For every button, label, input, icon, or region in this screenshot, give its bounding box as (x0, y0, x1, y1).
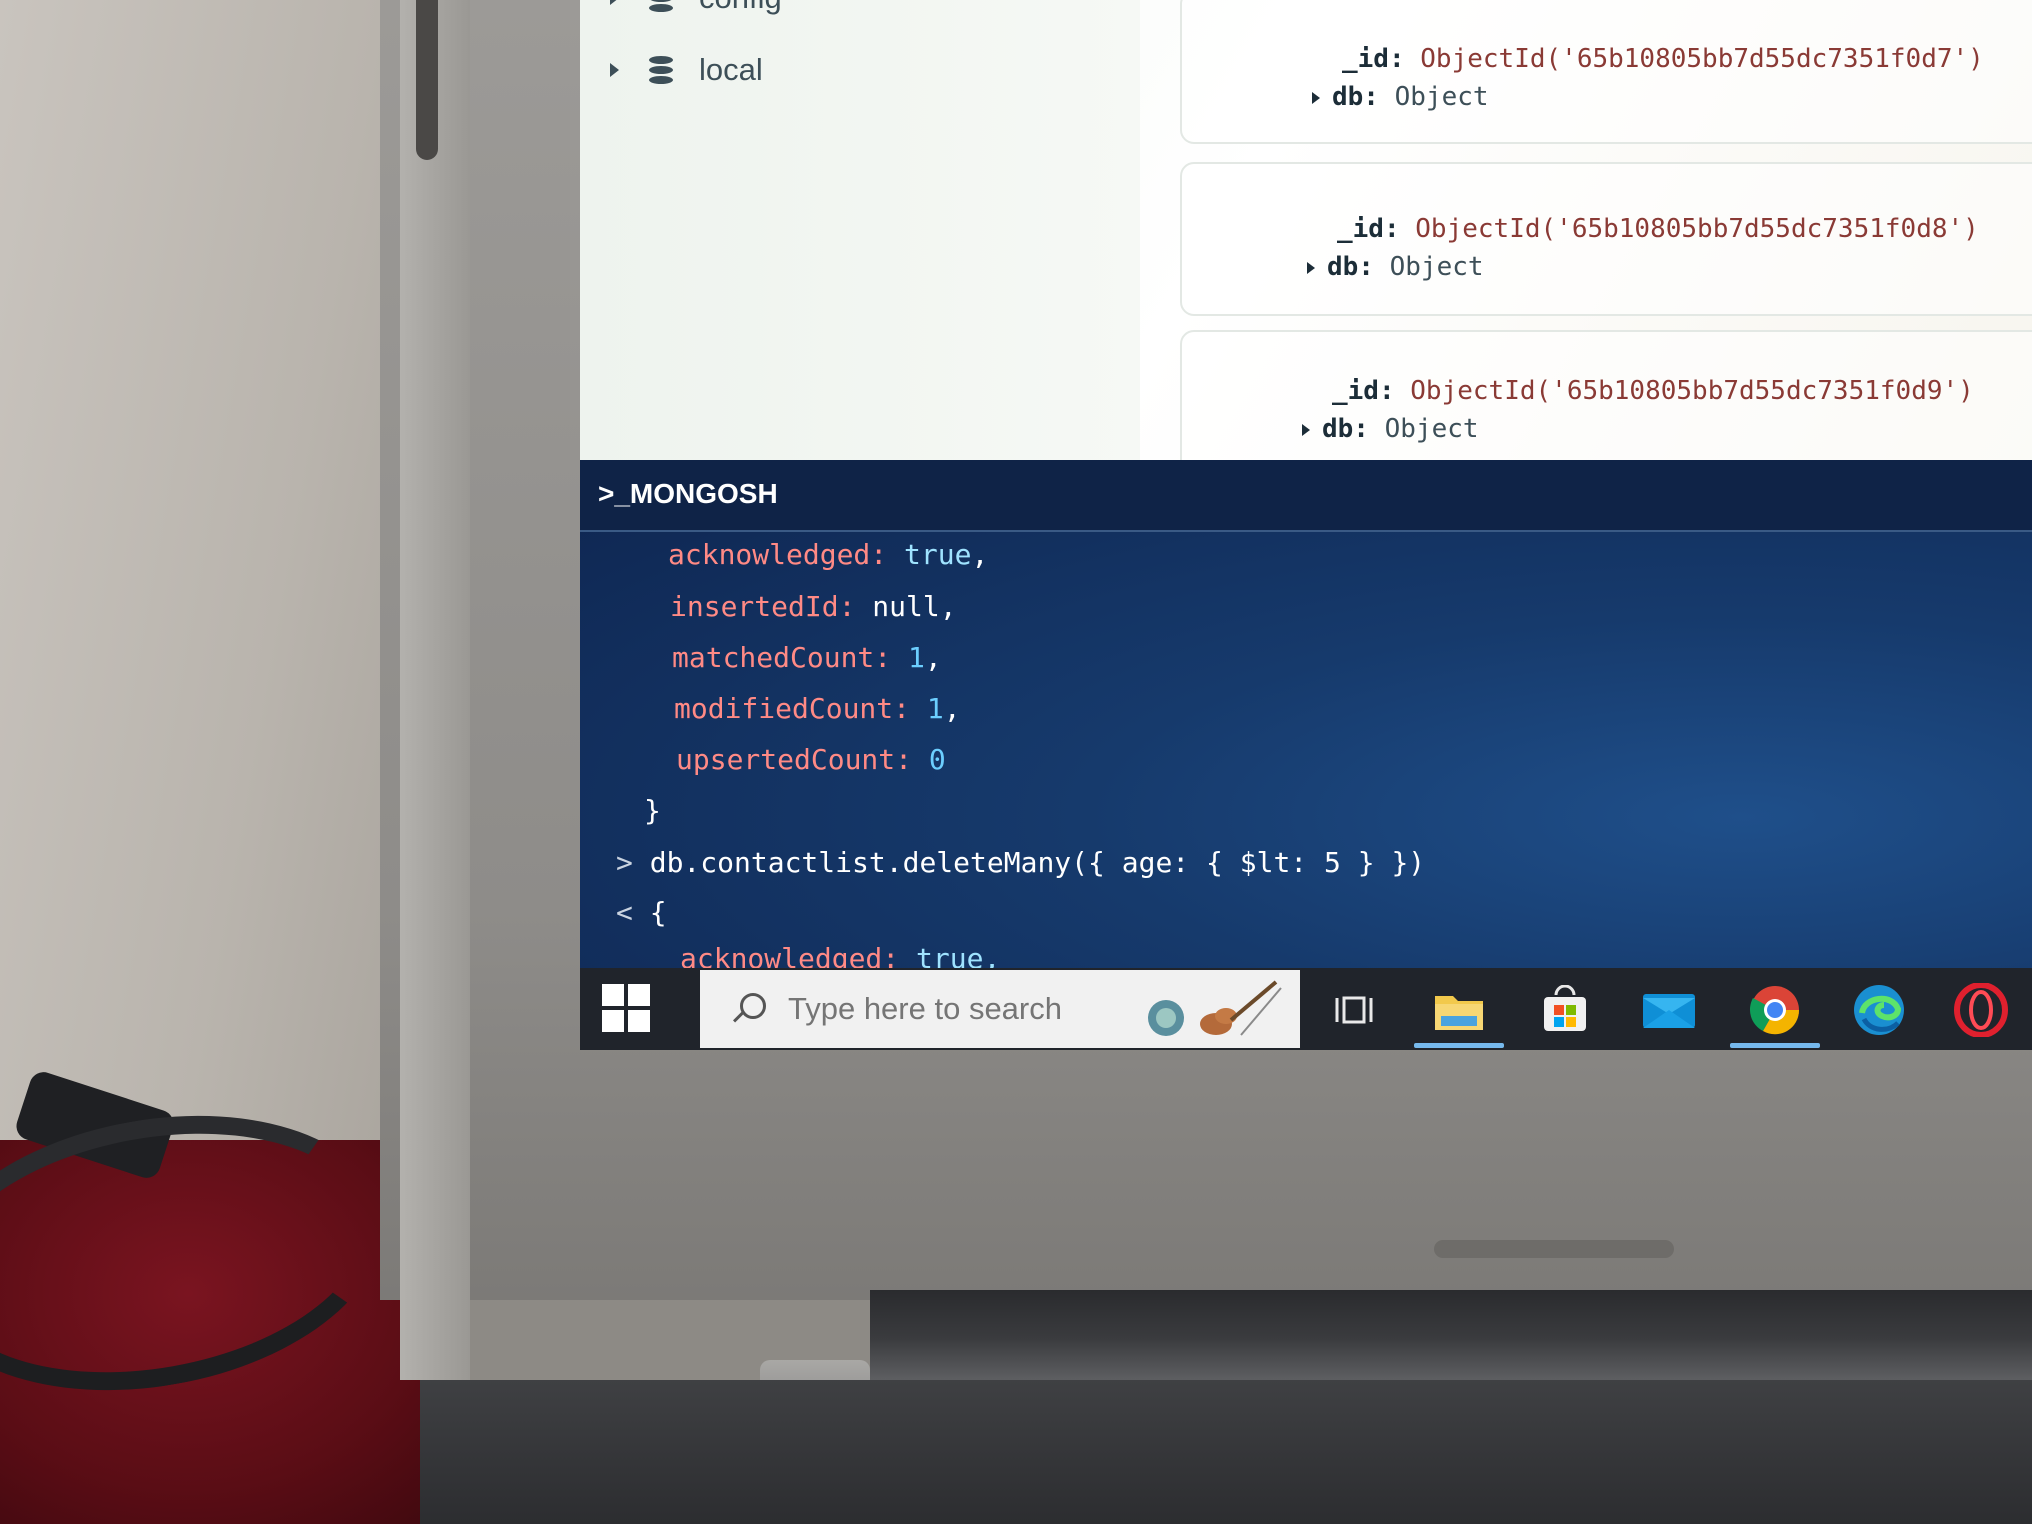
document-db-field[interactable]: db: Object (1312, 82, 1489, 112)
mongosh-panel[interactable]: >_MONGOSH acknowledged: true, insertedId… (580, 460, 2032, 975)
chrome-active-indicator (1730, 1043, 1820, 1048)
document-db-field[interactable]: db: Object (1307, 252, 1484, 282)
windows-taskbar (580, 968, 2032, 1050)
database-icon (649, 56, 673, 84)
search-icon (728, 989, 768, 1029)
result-line-modifiedcount: modifiedCount: 1, (674, 692, 961, 725)
bezel-hinge-indicator (1434, 1240, 1674, 1258)
expand-caret-icon[interactable] (610, 0, 619, 5)
output-prompt-icon: < (616, 896, 633, 929)
document-list: _id: ObjectId('65b10805bb7d55dc7351f0d7'… (1180, 0, 2032, 484)
result-line-acknowledged: acknowledged: true, (668, 538, 989, 571)
task-view-icon[interactable] (1325, 982, 1383, 1038)
command-line[interactable]: > db.contactlist.deleteMany({ age: { $lt… (616, 846, 1425, 879)
document-card[interactable]: _id: ObjectId('65b10805bb7d55dc7351f0d8'… (1180, 162, 2032, 316)
document-id-field: _id: ObjectId('65b10805bb7d55dc7351f0d7'… (1342, 44, 1984, 74)
document-id-field: _id: ObjectId('65b10805bb7d55dc7351f0d8'… (1337, 214, 1979, 244)
bezel-slot (416, 0, 438, 160)
expand-caret-icon[interactable] (610, 63, 619, 77)
taskbar-search[interactable] (700, 970, 1300, 1048)
search-input[interactable] (786, 990, 1120, 1028)
microsoft-store-icon[interactable] (1536, 982, 1594, 1038)
mongosh-title: >_MONGOSH (598, 478, 778, 509)
mail-icon[interactable] (1640, 982, 1698, 1038)
input-prompt-icon: > (616, 846, 633, 879)
sidebar-item-local[interactable]: local (610, 50, 763, 90)
windows-start-icon[interactable] (602, 984, 652, 1034)
search-highlight-icon[interactable] (1136, 980, 1286, 1040)
expand-caret-icon (1307, 261, 1315, 274)
laptop-base (420, 1380, 2032, 1524)
result-line-upsertedcount: upsertedCount: 0 (676, 743, 946, 776)
expand-caret-icon (1302, 423, 1310, 436)
database-icon (649, 0, 673, 12)
document-db-field[interactable]: db: Object (1302, 414, 1479, 444)
output-line: < { (616, 896, 667, 929)
document-card[interactable]: _id: ObjectId('65b10805bb7d55dc7351f0d7'… (1180, 0, 2032, 144)
database-sidebar: config local (580, 0, 1140, 460)
result-line-matchedcount: matchedCount: 1, (672, 641, 942, 674)
opera-icon[interactable] (1952, 982, 2010, 1038)
sidebar-item-label: local (699, 52, 763, 87)
laptop-bezel-edge (400, 0, 470, 1380)
mongosh-header[interactable]: >_MONGOSH (580, 460, 2032, 532)
result-close-brace: } (644, 794, 661, 827)
edge-icon[interactable] (1850, 982, 1908, 1038)
result-line-insertedid: insertedId: null, (670, 590, 957, 623)
sidebar-item-config[interactable]: config (610, 0, 782, 18)
file-explorer-active-indicator (1414, 1043, 1504, 1048)
laptop-screen: config local _id: ObjectId('65b10805bb7d… (580, 0, 2032, 1050)
expand-caret-icon (1312, 91, 1320, 104)
file-explorer-icon[interactable] (1430, 982, 1488, 1038)
background-wall (0, 0, 430, 1180)
sidebar-item-label: config (699, 0, 782, 16)
document-id-field: _id: ObjectId('65b10805bb7d55dc7351f0d9'… (1332, 376, 1974, 406)
chrome-icon[interactable] (1746, 982, 1804, 1038)
